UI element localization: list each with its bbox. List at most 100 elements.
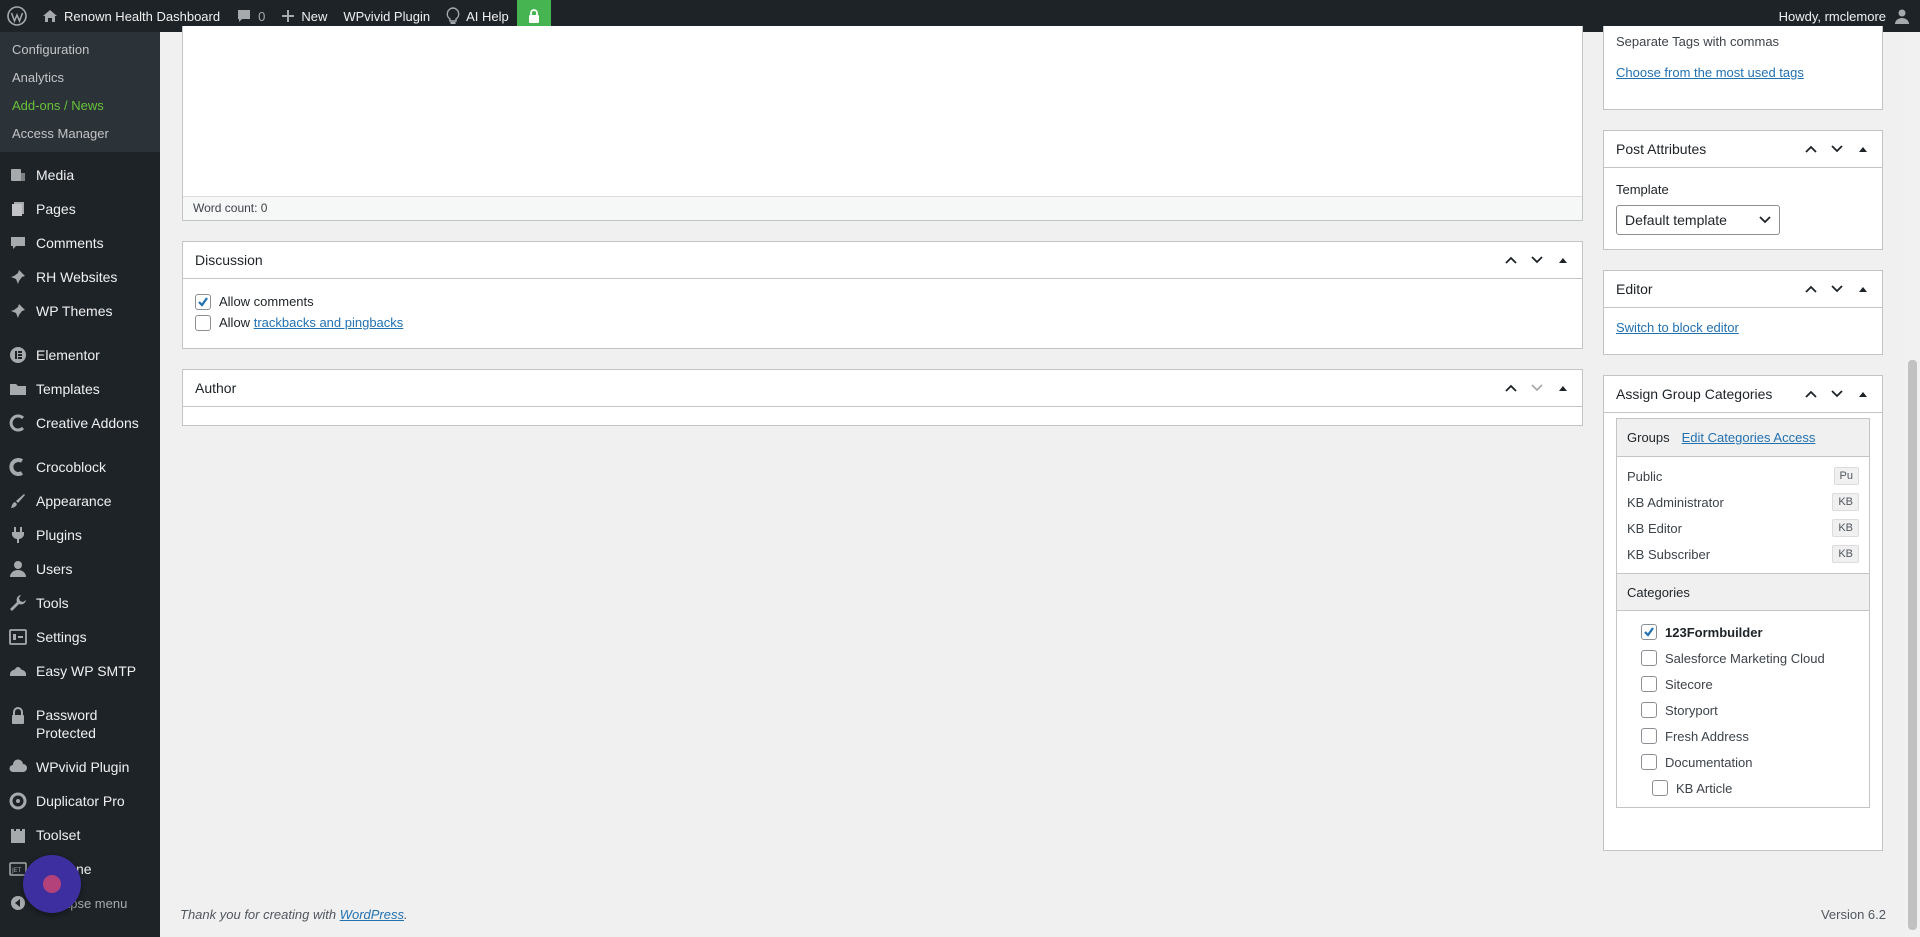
menu-item-easy-wp-smtp[interactable]: Easy WP SMTP [0,654,160,688]
elementor-icon [8,345,28,365]
howdy-label: Howdy, rmclemore [1778,8,1886,24]
menu-item-plugins[interactable]: Plugins [0,518,160,552]
move-up-button[interactable] [1498,247,1524,273]
move-down-button[interactable] [1824,381,1850,407]
category-checkbox[interactable] [1641,754,1657,770]
switch-to-block-editor-link[interactable]: Switch to block editor [1616,320,1739,335]
group-row: KB Administrator KB [1617,489,1869,515]
wpvivid-label: WPvivid Plugin [343,8,431,24]
author-header[interactable]: Author [183,370,1582,407]
editor-box-title: Editor [1616,281,1653,297]
category-checkbox[interactable] [1641,702,1657,718]
assign-group-categories-box: Assign Group Categories Groups Edit Cate… [1603,375,1883,851]
menu-item-elementor[interactable]: Elementor [0,338,160,372]
category-checkbox[interactable] [1641,728,1657,744]
menu-item-templates[interactable]: Templates [0,372,160,406]
menu-item-tools[interactable]: Tools [0,586,160,620]
move-up-button[interactable] [1498,375,1524,401]
menu-label: Settings [36,629,87,645]
toggle-panel-button[interactable] [1850,136,1876,162]
move-down-button[interactable] [1824,276,1850,302]
menu-item-pages[interactable]: Pages [0,192,160,226]
editor-textarea[interactable] [183,26,1582,196]
page-scrollbar[interactable] [1905,32,1920,937]
assign-group-categories-header[interactable]: Assign Group Categories [1604,376,1882,413]
template-select-value: Default template [1625,212,1727,228]
post-attributes-header[interactable]: Post Attributes [1604,131,1882,168]
menu-item-settings[interactable]: Settings [0,620,160,654]
menu-item-rh-websites[interactable]: RH Websites [0,260,160,294]
move-down-button[interactable] [1524,247,1550,273]
groups-label: Groups [1627,430,1670,445]
wordpress-link[interactable]: WordPress [340,907,404,922]
category-label: Storyport [1665,702,1718,718]
move-down-button[interactable] [1824,136,1850,162]
toggle-panel-button[interactable] [1550,375,1576,401]
ai-help-label: AI Help [466,8,509,24]
submenu-item-analytics[interactable]: Analytics [0,64,160,92]
plus-icon [281,9,295,23]
post-attributes-title: Post Attributes [1616,141,1707,157]
wordpress-logo-icon[interactable] [0,0,34,32]
submenu-item-access-manager[interactable]: Access Manager [0,120,160,148]
media-icon [8,165,28,185]
menu-item-wpvivid-plugin[interactable]: WPvivid Plugin [0,750,160,784]
menu-item-appearance[interactable]: Appearance [0,484,160,518]
menu-label: WPvivid Plugin [36,759,130,775]
menu-item-wp-themes[interactable]: WP Themes [0,294,160,328]
edit-categories-access-link[interactable]: Edit Categories Access [1682,430,1816,445]
category-checkbox[interactable] [1641,624,1657,640]
submenu-item-configuration[interactable]: Configuration [0,36,160,64]
menu-item-toolset[interactable]: Toolset [0,818,160,852]
editor-box: Editor Switch to block editor [1603,270,1883,355]
allow-comments-row: Allow comments [195,291,1570,312]
svg-text:JET: JET [11,867,22,874]
toggle-panel-button[interactable] [1850,276,1876,302]
post-attributes-box: Post Attributes Template Default templat… [1603,130,1883,250]
toggle-panel-button[interactable] [1550,247,1576,273]
move-down-button[interactable] [1524,375,1550,401]
trackbacks-link[interactable]: trackbacks and pingbacks [254,315,404,330]
scrollbar-thumb[interactable] [1908,360,1917,930]
menu-label: Appearance [36,493,112,509]
menu-item-creative-addons[interactable]: Creative Addons [0,406,160,440]
move-up-button[interactable] [1798,136,1824,162]
category-label: 123Formbuilder [1665,624,1763,640]
allow-trackbacks-checkbox[interactable] [195,314,211,331]
template-select[interactable]: Default template [1616,205,1780,235]
menu-label: Tools [36,595,69,611]
menu-item-media[interactable]: Media [0,158,160,192]
move-up-button[interactable] [1798,381,1824,407]
group-name: KB Editor [1627,520,1682,536]
discussion-header[interactable]: Discussion [183,242,1582,279]
menu-item-password-protected[interactable]: Password Protected [0,698,160,750]
category-row: Documentation [1641,749,1869,775]
author-box: Author [182,369,1583,426]
tags-hint: Separate Tags with commas [1616,34,1780,49]
footer-version: Version 6.2 [1820,907,1886,922]
menu-item-comments[interactable]: Comments [0,226,160,260]
admin-menu: Configuration Analytics Add-ons / News A… [0,32,160,937]
chat-widget-button[interactable] [23,855,81,913]
choose-most-used-tags-link[interactable]: Choose from the most used tags [1616,65,1804,80]
group-row: KB Editor KB [1617,515,1869,541]
menu-item-duplicator-pro[interactable]: Duplicator Pro [0,784,160,818]
menu-item-crocoblock[interactable]: Crocoblock [0,450,160,484]
toggle-panel-button[interactable] [1850,381,1876,407]
content-editor[interactable]: Word count: 0 [182,26,1583,221]
category-checkbox[interactable] [1652,780,1668,796]
group-row: KB Subscriber KB [1617,541,1869,567]
tags-box: Separate Tags with commas Choose from th… [1603,26,1883,110]
avatar [1894,8,1910,24]
category-row: Storyport [1641,697,1869,723]
category-checkbox[interactable] [1641,676,1657,692]
menu-label: Pages [36,201,76,217]
menu-item-users[interactable]: Users [0,552,160,586]
allow-comments-checkbox[interactable] [195,293,211,310]
home-icon [42,8,58,24]
submenu-item-addons-news[interactable]: Add-ons / News [0,92,160,120]
move-up-button[interactable] [1798,276,1824,302]
discussion-box: Discussion Allow comments Allow trackbac… [182,241,1583,349]
editor-box-header[interactable]: Editor [1604,271,1882,308]
category-checkbox[interactable] [1641,650,1657,666]
